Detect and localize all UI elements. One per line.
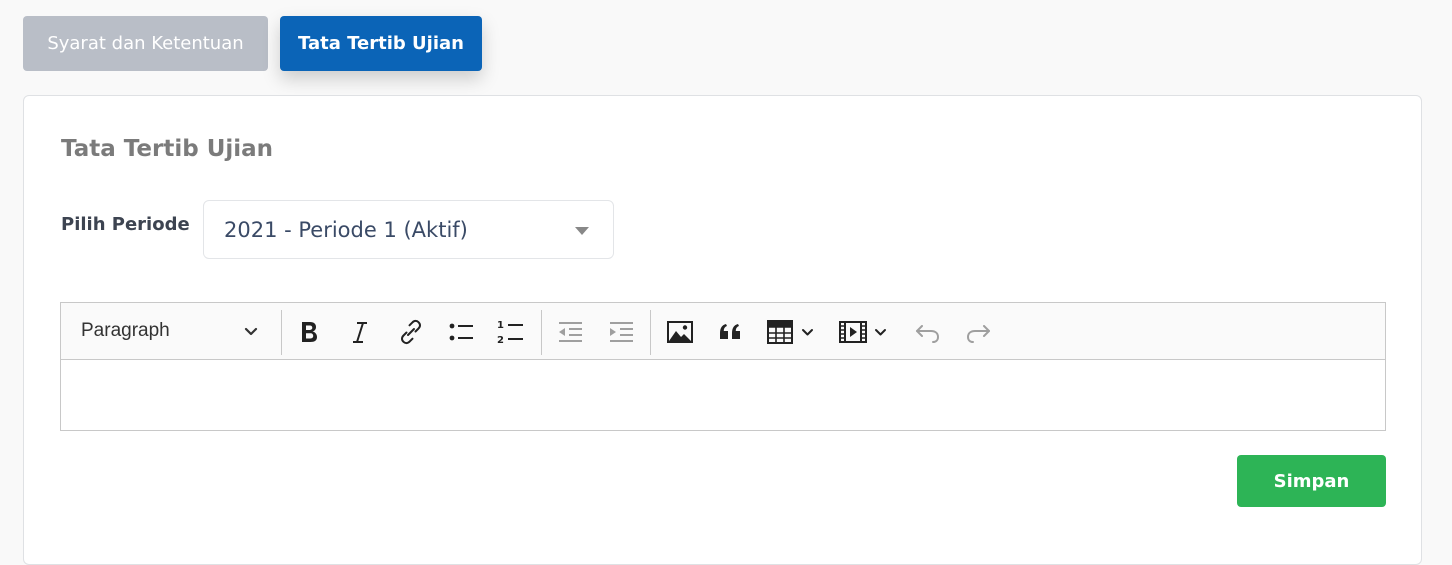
- numbered-list-icon: 1 2: [497, 320, 523, 346]
- svg-text:2: 2: [497, 335, 504, 346]
- numbered-list-button[interactable]: 1 2: [492, 313, 530, 351]
- redo-icon: [966, 325, 990, 343]
- image-icon: [667, 321, 693, 343]
- rich-text-editor: Paragraph 1 2: [60, 302, 1386, 431]
- heading-dropdown[interactable]: Paragraph: [61, 303, 281, 359]
- save-button[interactable]: Simpan: [1237, 455, 1386, 507]
- link-button[interactable]: [391, 313, 429, 351]
- link-icon: [401, 319, 421, 345]
- caret-down-icon: [575, 227, 589, 235]
- periode-select-value: 2021 - Periode 1 (Aktif): [224, 218, 468, 242]
- indent-icon: [610, 322, 633, 342]
- outdent-icon: [559, 322, 582, 342]
- insert-table-button[interactable]: [763, 313, 823, 351]
- undo-button[interactable]: [909, 313, 947, 351]
- indent-button[interactable]: [602, 313, 640, 351]
- toolbar-separator: [650, 310, 651, 355]
- periode-label: Pilih Periode: [61, 214, 190, 235]
- toolbar-separator: [281, 310, 282, 355]
- bold-icon: [302, 322, 317, 342]
- editor-content-area[interactable]: [61, 360, 1385, 430]
- toolbar-separator: [541, 310, 542, 355]
- content-card: Tata Tertib Ujian Pilih Periode 2021 - P…: [23, 95, 1422, 565]
- insert-image-button[interactable]: [661, 313, 699, 351]
- blockquote-button[interactable]: [712, 313, 750, 351]
- outdent-button[interactable]: [551, 313, 589, 351]
- blockquote-icon: [720, 324, 740, 339]
- table-icon: [767, 320, 813, 344]
- tab-syarat-dan-ketentuan[interactable]: Syarat dan Ketentuan: [23, 16, 268, 71]
- card-title: Tata Tertib Ujian: [61, 136, 274, 162]
- bulleted-list-icon: [449, 323, 473, 341]
- tab-tata-tertib-ujian[interactable]: Tata Tertib Ujian: [280, 16, 482, 71]
- italic-button[interactable]: [341, 313, 379, 351]
- redo-button[interactable]: [959, 313, 997, 351]
- svg-text:1: 1: [497, 320, 504, 331]
- chevron-down-icon: [244, 327, 258, 336]
- editor-toolbar: Paragraph 1 2: [61, 303, 1385, 360]
- heading-dropdown-label: Paragraph: [81, 320, 170, 341]
- bold-button[interactable]: [290, 313, 328, 351]
- bulleted-list-button[interactable]: [442, 313, 480, 351]
- periode-select[interactable]: 2021 - Periode 1 (Aktif): [203, 200, 614, 259]
- italic-icon: [353, 322, 367, 343]
- insert-media-button[interactable]: [835, 313, 895, 351]
- media-icon: [839, 321, 886, 343]
- undo-icon: [916, 325, 940, 343]
